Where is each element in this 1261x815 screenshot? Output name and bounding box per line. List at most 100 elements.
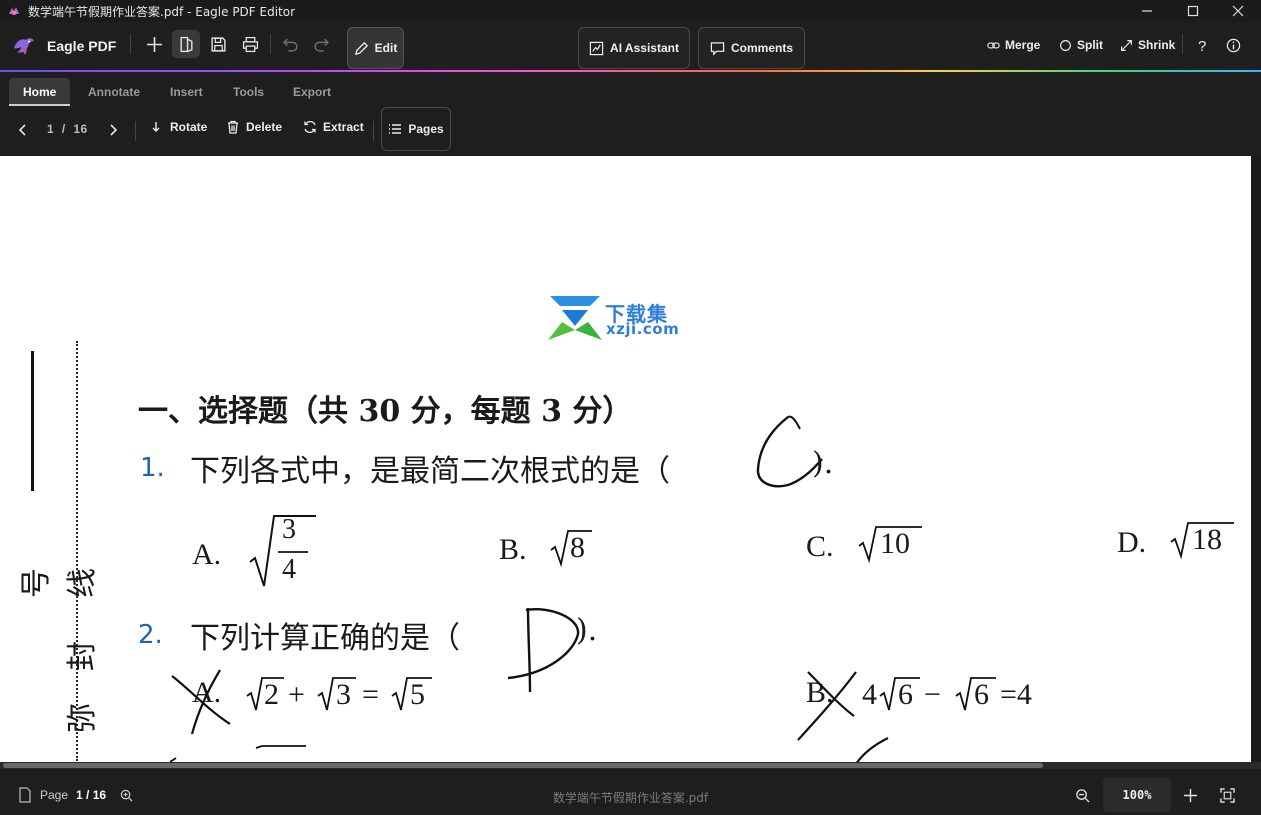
option-b-math: 8 (550, 528, 594, 568)
download-arrow-logo-icon (548, 296, 602, 340)
document-viewport[interactable]: 下载集 xzji.com 号 线 封 弥 一、选择题（共 30 分，每题 3 分… (0, 156, 1261, 769)
redo-icon (313, 38, 329, 52)
minimize-icon (1142, 10, 1152, 12)
scrollbar-thumb[interactable] (3, 763, 1043, 768)
pages-label: Pages (408, 122, 444, 136)
help-button[interactable]: ? (1198, 38, 1206, 55)
option-c-math: 10 (858, 524, 924, 564)
close-icon (1232, 5, 1244, 17)
edit-button[interactable]: Edit (347, 27, 404, 69)
save-button[interactable] (204, 30, 232, 58)
fraction-denominator: 4 (282, 554, 296, 585)
main-toolbar: Eagle PDF Edit AI Assistant Comments Mer… (0, 22, 1261, 70)
undo-button[interactable] (276, 30, 304, 58)
question-text: 下列各式中，是最简二次根式的是（ (190, 454, 670, 489)
save-icon (210, 36, 226, 52)
pages-button[interactable]: Pages (381, 107, 451, 151)
tab-export[interactable]: Export (279, 78, 345, 106)
extract-label: Extract (323, 120, 364, 134)
margin-char: 号 (19, 568, 54, 598)
delete-button[interactable]: Delete (226, 120, 282, 134)
plus-icon (1183, 788, 1197, 802)
eagle-logo-icon (14, 38, 34, 55)
pdf-page[interactable]: 下载集 xzji.com 号 线 封 弥 一、选择题（共 30 分，每题 3 分… (0, 156, 1251, 762)
brand: Eagle PDF (12, 34, 116, 58)
option-a-math: 3 4 (248, 514, 318, 590)
close-button[interactable] (1215, 0, 1261, 22)
vertical-scrollbar[interactable] (1251, 156, 1261, 762)
status-bar: Page 1 / 16 数学端午节假期作业答案.pdf 100% (0, 775, 1261, 815)
refresh-icon (304, 120, 316, 134)
rotate-arrow-icon (152, 122, 160, 132)
tab-insert[interactable]: Insert (156, 78, 217, 106)
question-close: ). (576, 613, 598, 648)
crossed-out-mark (171, 669, 231, 735)
page-view-button[interactable] (172, 30, 200, 58)
question-number: 1. (140, 453, 165, 483)
option-label-c: C. (806, 530, 834, 563)
zoom-out-button[interactable] (1073, 786, 1091, 804)
equals-sign: = (362, 678, 379, 711)
comments-button[interactable]: Comments (698, 27, 805, 69)
margin-char: 封 (65, 641, 100, 671)
shrink-arrows-icon (1121, 39, 1132, 51)
list-icon (389, 124, 402, 134)
horizontal-scrollbar[interactable] (0, 762, 1261, 769)
zoom-level[interactable]: 100% (1103, 778, 1171, 812)
trash-icon (228, 120, 238, 134)
option-a-expression: 2 + 3 = 5 (246, 672, 446, 716)
info-button[interactable] (1226, 38, 1241, 53)
radicand: 5 (410, 678, 425, 711)
split-button[interactable]: Split (1059, 38, 1103, 52)
page-separator: / (61, 122, 66, 136)
option-d-math: 18 (1170, 520, 1236, 560)
plus-sign: + (288, 678, 305, 711)
comments-label: Comments (730, 41, 793, 55)
rotate-label: Rotate (170, 120, 208, 134)
extract-button[interactable]: Extract (303, 120, 364, 134)
new-button[interactable] (140, 30, 168, 58)
radicand: 3 (336, 678, 351, 711)
tab-tools[interactable]: Tools (219, 78, 278, 106)
home-ribbon: 1 / 16 Rotate Delete Extract Pages (0, 106, 1261, 156)
ribbon-divider (135, 121, 136, 141)
option-label-a: A. (192, 538, 222, 571)
fullscreen-button[interactable] (1218, 786, 1236, 804)
app-icon (9, 7, 19, 15)
current-page: 1 (47, 122, 55, 136)
brand-name: Eagle PDF (47, 38, 117, 54)
zoom-in-button[interactable] (1181, 786, 1199, 804)
comment-icon (710, 41, 725, 56)
next-page-button[interactable] (103, 120, 123, 140)
margin-char: 线 (65, 568, 100, 598)
delete-label: Delete (246, 120, 283, 134)
ai-assistant-button[interactable]: AI Assistant (578, 27, 690, 69)
zoom-out-icon (1075, 788, 1090, 803)
print-button[interactable] (236, 30, 264, 58)
partial-next-line (170, 745, 306, 762)
radicand: 6 (898, 678, 913, 711)
rotate-button[interactable]: Rotate (150, 120, 207, 134)
question-close: ). (812, 446, 834, 481)
merge-button[interactable]: Merge (987, 38, 1040, 52)
file-name: 数学端午节假期作业答案.pdf (552, 791, 709, 805)
plus-icon (146, 36, 162, 52)
undo-icon (282, 38, 298, 52)
tab-annotate[interactable]: Annotate (74, 78, 154, 106)
crossed-out-mark (797, 671, 857, 741)
maximize-button[interactable] (1170, 0, 1216, 22)
watermark: 下载集 xzji.com (548, 296, 688, 342)
partial-handwriting (856, 737, 889, 762)
radical-signs (879, 677, 996, 711)
redo-button[interactable] (307, 30, 335, 58)
toolbar-divider (1182, 34, 1183, 54)
toolbar-divider (270, 34, 271, 54)
previous-page-button[interactable] (13, 120, 33, 140)
coefficient: 4 (862, 678, 877, 711)
shrink-button[interactable]: Shrink (1120, 38, 1175, 52)
minimize-button[interactable] (1124, 0, 1170, 22)
print-icon (242, 36, 258, 52)
shrink-label: Shrink (1138, 38, 1176, 52)
margin-char: 弥 (65, 703, 100, 733)
tab-home[interactable]: Home (9, 78, 71, 106)
